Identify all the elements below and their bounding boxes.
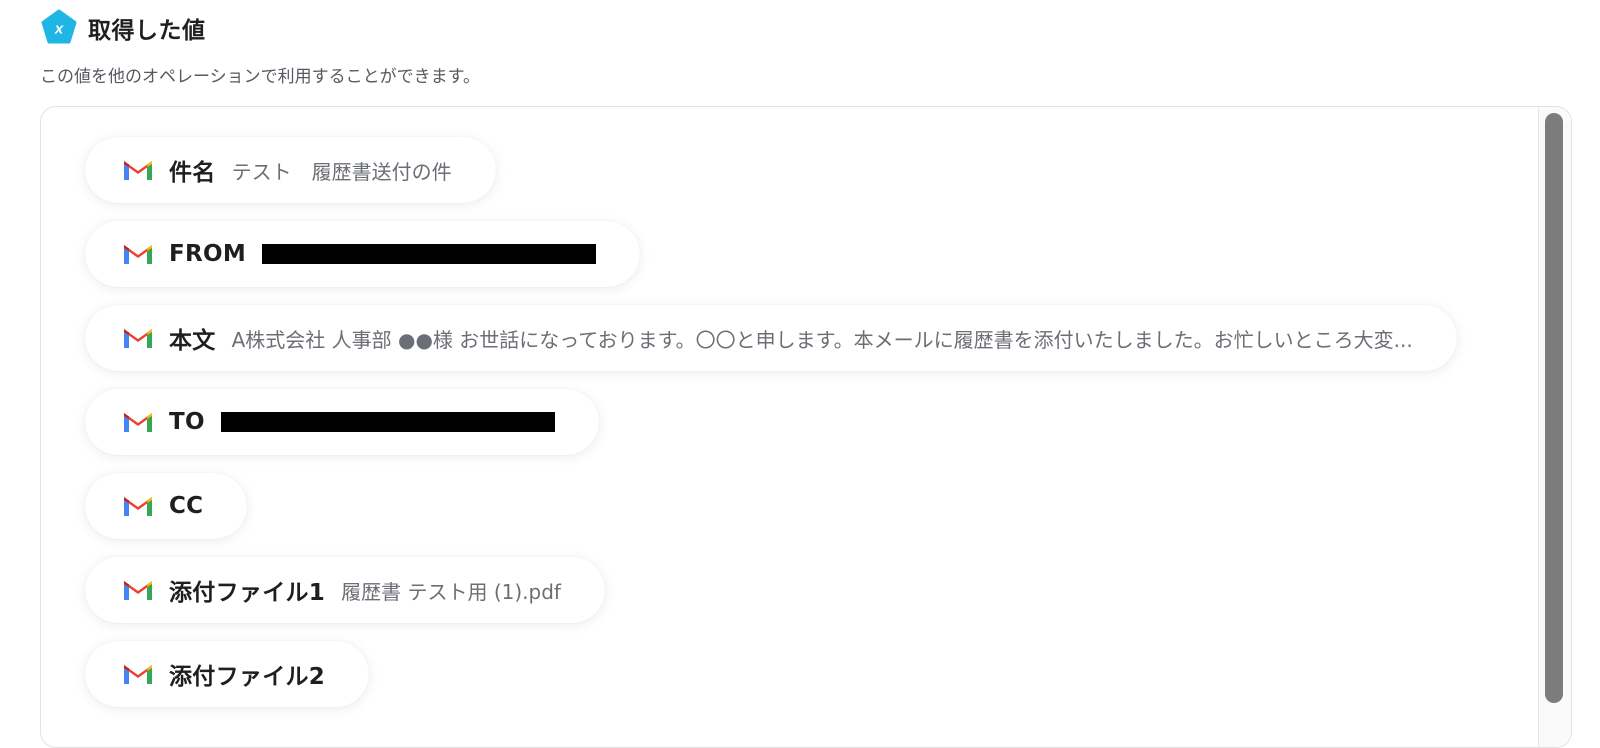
vertical-scrollbar[interactable] — [1538, 107, 1571, 747]
value-chip-from[interactable]: FROM — [85, 221, 641, 287]
svg-text:x: x — [54, 21, 64, 38]
variable-x-icon: x — [41, 9, 77, 44]
gmail-icon — [124, 161, 152, 180]
chip-label: 添付ファイル1 — [169, 580, 326, 606]
chip-label: CC — [169, 493, 204, 519]
scrollbar-thumb[interactable] — [1545, 113, 1563, 703]
section-title: 取得した値 — [88, 18, 206, 44]
value-chip-subject[interactable]: 件名 テスト 履歴書送付の件 — [85, 137, 496, 203]
chip-label: TO — [169, 409, 205, 435]
value-chip-attachment-2[interactable]: 添付ファイル2 — [85, 641, 370, 707]
chip-label: 添付ファイル2 — [169, 664, 326, 690]
gmail-icon — [124, 413, 152, 432]
value-chip-list: 件名 テスト 履歴書送付の件 FROM 本文 A株式会社 人事部 ●●様 お世話… — [85, 137, 1457, 725]
chip-value: テスト 履歴書送付の件 — [231, 159, 452, 184]
chip-value: A株式会社 人事部 ●●様 お世話になっております。〇〇と申します。本メールに履… — [231, 327, 1413, 352]
value-chip-body[interactable]: 本文 A株式会社 人事部 ●●様 お世話になっております。〇〇と申します。本メー… — [85, 305, 1457, 371]
redaction-bar — [262, 244, 597, 264]
section-header: x 取得した値 — [40, 8, 206, 48]
redaction-bar — [220, 412, 555, 432]
gmail-icon — [124, 245, 152, 264]
gmail-icon — [124, 581, 152, 600]
gmail-icon — [124, 665, 152, 684]
gmail-icon — [124, 329, 152, 348]
section-description: この値を他のオペレーションで利用することができます。 — [40, 67, 480, 87]
value-chip-cc[interactable]: CC — [85, 473, 248, 539]
value-chip-attachment-1[interactable]: 添付ファイル1 履歴書 テスト用 (1).pdf — [85, 557, 605, 623]
values-panel: 件名 テスト 履歴書送付の件 FROM 本文 A株式会社 人事部 ●●様 お世話… — [40, 106, 1572, 748]
value-chip-to[interactable]: TO — [85, 389, 599, 455]
gmail-icon — [124, 497, 152, 516]
chip-label: FROM — [169, 241, 247, 267]
chip-label: 本文 — [169, 328, 216, 354]
chip-value: 履歴書 テスト用 (1).pdf — [341, 579, 561, 604]
chip-label: 件名 — [169, 160, 216, 186]
